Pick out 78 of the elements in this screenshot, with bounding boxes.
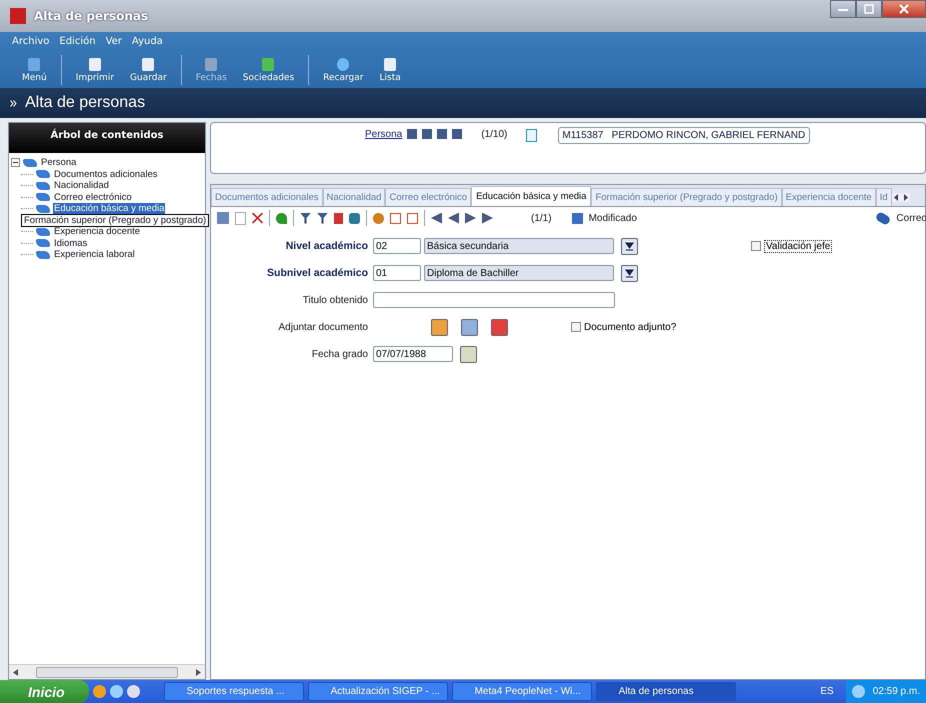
date-field[interactable]: 07/07/1988 xyxy=(373,346,453,362)
field-label: Titulo obtenido xyxy=(302,294,369,306)
tree-item[interactable]: Persona xyxy=(40,157,78,168)
window-title: Alta de personas xyxy=(34,9,148,23)
minimize-button[interactable] xyxy=(830,0,856,18)
first-icon[interactable] xyxy=(431,212,442,224)
close-icon xyxy=(899,4,909,14)
start-button[interactable]: Inicio xyxy=(0,680,89,703)
tree-item[interactable]: Idiomas xyxy=(53,238,88,249)
dropdown-icon xyxy=(625,242,634,250)
description-field: Básica secundaria xyxy=(424,238,614,254)
toolbar-button[interactable]: Lista xyxy=(373,56,407,85)
toolbar-button[interactable]: Menú xyxy=(16,56,53,85)
menu-item[interactable]: Ayuda xyxy=(132,36,163,47)
toolbar-button[interactable]: Recargar xyxy=(317,56,370,85)
tree-title: Árbol de contenidos xyxy=(9,123,205,153)
menu-item[interactable]: Edición xyxy=(59,36,96,47)
taskbar-button[interactable]: Alta de personas xyxy=(596,682,736,701)
horizontal-scrollbar[interactable] xyxy=(9,664,205,679)
tree-item[interactable]: Nacionalidad xyxy=(53,180,110,192)
close-button[interactable] xyxy=(882,0,926,18)
code-field[interactable]: 02 xyxy=(373,238,421,254)
taskbar-button[interactable]: Meta4 PeopleNet - Wi... xyxy=(452,682,592,701)
clock: 02:59 p.m. xyxy=(872,686,920,697)
tree-item[interactable]: Educación básica y media xyxy=(53,203,166,214)
title-field[interactable] xyxy=(373,292,615,308)
tab[interactable]: Educación básica y media xyxy=(471,186,592,206)
field-label: Fecha grado xyxy=(310,348,369,360)
minimize-icon xyxy=(838,6,848,12)
checkbox[interactable] xyxy=(571,322,581,332)
tree-item[interactable]: Formación superior (Pregrado y postgrado) xyxy=(21,214,210,227)
taskbar-button[interactable]: Actualización SIGEP - ... xyxy=(308,682,448,701)
checkbox-label: Documento adjunto? xyxy=(584,322,676,332)
tab[interactable]: Documentos adicionales xyxy=(211,188,323,206)
scroll-right-icon[interactable] xyxy=(196,668,201,676)
description-field: Diploma de Bachiller xyxy=(424,265,614,281)
document-icon[interactable] xyxy=(526,129,538,142)
taskbar-button[interactable]: Soportes respuesta ... xyxy=(164,682,304,701)
chevron-icon xyxy=(10,100,17,106)
page-title: Alta de personas xyxy=(25,94,146,112)
record-counter: (1/1) xyxy=(531,212,552,224)
tab[interactable]: Nacionalidad xyxy=(322,188,386,206)
code-field[interactable]: 01 xyxy=(373,265,421,281)
language-indicator[interactable]: ES xyxy=(820,686,834,697)
tab[interactable]: Experiencia docente xyxy=(782,188,876,206)
field-label: Subnivel académico xyxy=(266,267,369,279)
last-icon[interactable] xyxy=(482,212,493,224)
app-logo-icon xyxy=(10,8,26,24)
tab[interactable]: Correo electrónico xyxy=(385,188,472,206)
toolbar-button[interactable]: Guardar xyxy=(124,56,173,85)
field-label: Nivel académico xyxy=(284,240,369,252)
collapse-icon[interactable] xyxy=(11,158,20,168)
record-field: M115387 PERDOMO RINCON, GABRIEL FERNAND xyxy=(558,127,810,144)
toolbar-button[interactable]: Sociedades xyxy=(236,56,300,85)
toolbar-button[interactable]: Imprimir xyxy=(70,56,120,85)
menu-item[interactable]: Ver xyxy=(106,36,122,47)
field-label: Adjuntar documento xyxy=(277,322,369,332)
status-text: Modificado xyxy=(588,212,637,224)
checkbox-label: Validación jefe xyxy=(764,240,832,252)
menu-item[interactable]: Archivo xyxy=(12,36,50,47)
tab-scroll-icon[interactable] xyxy=(892,192,910,202)
checkbox[interactable] xyxy=(751,241,761,251)
tree-item[interactable]: Experiencia docente xyxy=(53,226,142,238)
tab[interactable]: Id xyxy=(876,188,892,206)
prev-icon[interactable] xyxy=(448,212,459,224)
restore-button[interactable] xyxy=(856,0,882,18)
record-counter: (1/10) xyxy=(481,129,508,140)
tab[interactable]: Formación superior (Pregrado y postgrado) xyxy=(591,188,782,206)
next-icon[interactable] xyxy=(465,212,476,224)
tree-item[interactable]: Correo electrónico xyxy=(53,192,133,203)
tree-item[interactable]: Documentos adicionales xyxy=(53,168,159,180)
scroll-left-icon[interactable] xyxy=(13,668,18,676)
lookup-button[interactable] xyxy=(621,238,638,254)
dropdown-icon xyxy=(625,268,634,278)
tree-item[interactable]: Experiencia laboral xyxy=(53,249,136,260)
persona-link[interactable]: Persona xyxy=(365,129,402,140)
lookup-button[interactable] xyxy=(621,264,638,282)
restore-icon xyxy=(864,4,874,14)
